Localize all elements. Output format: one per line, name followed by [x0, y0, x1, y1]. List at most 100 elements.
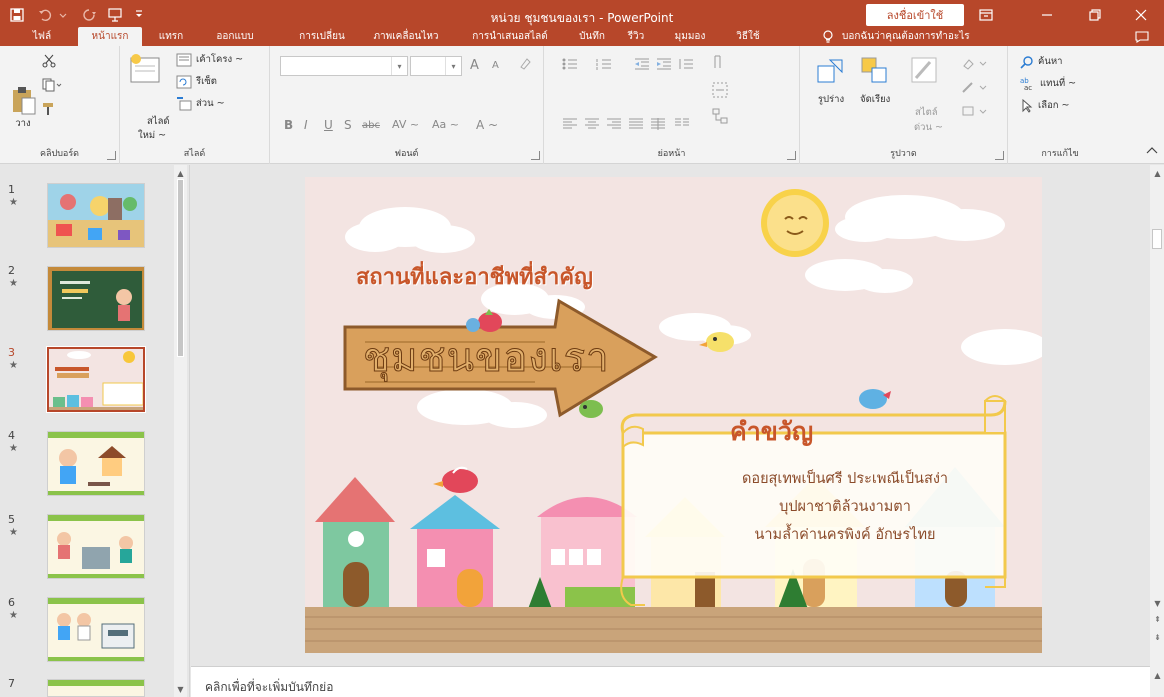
grow-font-button[interactable]: A — [470, 58, 479, 73]
font-size-combobox[interactable]: ▾ — [410, 56, 462, 76]
start-from-beginning-icon[interactable] — [104, 5, 126, 25]
font-name-combobox[interactable]: ▾ — [280, 56, 408, 76]
comments-icon[interactable] — [1130, 27, 1154, 46]
tab-slideshow[interactable]: การนำเสนอสไลด์ — [460, 27, 560, 46]
tab-animations[interactable]: ภาพเคลื่อนไหว — [364, 27, 448, 46]
format-painter-icon[interactable] — [42, 102, 56, 116]
copy-icon[interactable] — [42, 78, 62, 92]
columns-icon[interactable] — [674, 118, 690, 130]
close-icon[interactable] — [1118, 0, 1164, 30]
notes-pane[interactable]: คลิกเพื่อที่จะเพิ่มบันทึกย่อ — [191, 666, 1150, 697]
strikethrough-button[interactable]: abc — [362, 120, 380, 131]
tab-record[interactable]: บันทึก — [572, 27, 612, 46]
character-spacing-button[interactable]: AV ~ — [392, 118, 419, 131]
motto-line-1[interactable]: ดอยสุเทพเป็นศรี ประเพณีเป็นสง่า — [645, 467, 1042, 490]
italic-button[interactable]: I — [304, 118, 308, 132]
ribbon-display-options-icon[interactable] — [966, 0, 1006, 30]
distributed-icon[interactable] — [650, 118, 666, 130]
numbering-icon[interactable] — [596, 58, 612, 70]
reset-button[interactable]: รีเซ็ต — [176, 74, 217, 89]
shrink-font-button[interactable]: A — [492, 60, 499, 71]
slide-thumbnail-4[interactable] — [47, 431, 145, 496]
shapes-button[interactable]: รูปร่าง — [816, 56, 846, 107]
shape-fill-icon[interactable] — [960, 56, 990, 70]
shape-outline-icon[interactable] — [960, 80, 990, 94]
sign-in-button[interactable]: ลงชื่อเข้าใช้ — [866, 4, 964, 26]
restore-icon[interactable] — [1072, 0, 1118, 30]
paste-button[interactable]: วาง — [10, 86, 36, 131]
thumbnail-number: 4 — [8, 429, 15, 442]
tab-design[interactable]: ออกแบบ — [203, 27, 267, 46]
font-color-button[interactable]: A ~ — [476, 118, 498, 132]
tell-me-box[interactable]: บอกฉันว่าคุณต้องการทำอะไร — [822, 27, 970, 46]
line-spacing-icon[interactable] — [678, 58, 694, 70]
clear-formatting-icon[interactable] — [518, 56, 532, 73]
font-launcher-icon[interactable] — [531, 151, 540, 160]
scroll-up-icon[interactable]: ▲ — [174, 167, 187, 179]
text-direction-icon[interactable] — [712, 54, 728, 70]
motto-title[interactable]: คำขวัญ — [730, 412, 813, 452]
drawing-launcher-icon[interactable] — [995, 151, 1004, 160]
scroll-down-icon[interactable]: ▼ — [1151, 597, 1164, 609]
align-right-icon[interactable] — [606, 118, 622, 130]
slide-thumbnail-1[interactable] — [47, 183, 145, 248]
scroll-down-icon[interactable]: ▼ — [174, 683, 187, 695]
tab-insert[interactable]: แทรก — [150, 27, 192, 46]
motto-line-3[interactable]: นามล้ำค่านครพิงค์ อักษรไทย — [645, 523, 1042, 546]
underline-button[interactable]: U — [324, 118, 333, 132]
align-left-icon[interactable] — [562, 118, 578, 130]
shapes-icon — [817, 59, 843, 83]
tab-review[interactable]: รีวิว — [620, 27, 652, 46]
section-button[interactable]: ส่วน ~ — [176, 96, 225, 111]
scrollbar-thumb[interactable] — [1152, 229, 1162, 249]
next-slide-icon[interactable]: ⇟ — [1151, 631, 1164, 643]
redo-icon[interactable] — [78, 5, 100, 25]
bold-button[interactable]: B — [284, 118, 293, 132]
shape-effects-icon[interactable] — [960, 104, 990, 118]
thumbnails-scrollbar[interactable]: ▲ ▼ — [174, 165, 187, 697]
tab-view[interactable]: มุมมอง — [660, 27, 720, 46]
paragraph-launcher-icon[interactable] — [787, 151, 796, 160]
clipboard-launcher-icon[interactable] — [107, 151, 116, 160]
notes-scroll-up-icon[interactable]: ▲ — [1151, 669, 1164, 681]
scrollbar-thumb[interactable] — [177, 179, 184, 357]
slide-canvas[interactable]: สถานที่และอาชีพที่สำคัญ ชุมชนของเรา คำขว… — [305, 177, 1042, 653]
save-icon[interactable] — [6, 5, 28, 25]
arrange-button[interactable]: จัดเรียง — [860, 56, 890, 107]
align-center-icon[interactable] — [584, 118, 600, 130]
align-text-icon[interactable] — [712, 82, 728, 98]
select-button[interactable]: เลือก ~ — [1020, 98, 1070, 113]
slide-thumbnail-2[interactable] — [47, 266, 145, 331]
previous-slide-icon[interactable]: ⇞ — [1151, 613, 1164, 625]
find-button[interactable]: ค้นหา — [1020, 54, 1062, 69]
tab-home[interactable]: หน้าแรก — [78, 27, 142, 46]
new-slide-button[interactable] — [130, 54, 162, 84]
justify-icon[interactable] — [628, 118, 644, 130]
scroll-up-icon[interactable]: ▲ — [1151, 167, 1164, 179]
quick-styles-button[interactable] — [910, 56, 940, 86]
replace-button[interactable]: ab ac แทนที่ ~ — [1020, 76, 1076, 91]
slide-thumbnail-7[interactable] — [47, 679, 145, 697]
bullets-icon[interactable] — [562, 58, 578, 70]
cut-icon[interactable] — [42, 54, 56, 68]
slide-title[interactable]: สถานที่และอาชีพที่สำคัญ — [356, 259, 593, 294]
tab-file[interactable]: ไฟล์ — [22, 27, 62, 46]
decrease-indent-icon[interactable] — [634, 58, 650, 70]
editor-scrollbar[interactable]: ▲ ▼ ⇞ ⇟ ▲ — [1150, 165, 1164, 697]
slide-thumbnail-5[interactable] — [47, 514, 145, 579]
tab-transitions[interactable]: การเปลี่ยน — [290, 27, 354, 46]
layout-button[interactable]: เค้าโครง ~ — [176, 52, 243, 67]
slide-thumbnail-6[interactable] — [47, 597, 145, 662]
undo-dropdown-icon[interactable] — [52, 5, 74, 25]
change-case-button[interactable]: Aa ~ — [432, 118, 459, 131]
motto-line-2[interactable]: บุปผาชาติล้วนงามตา — [645, 495, 1042, 518]
sign-text[interactable]: ชุมชนของเรา — [363, 325, 610, 389]
convert-smartart-icon[interactable] — [712, 108, 728, 124]
slide-thumbnail-3[interactable] — [46, 346, 146, 413]
tab-help[interactable]: วิธีใช้ — [728, 27, 768, 46]
text-shadow-button[interactable]: S — [344, 118, 352, 132]
minimize-icon[interactable] — [1024, 0, 1070, 30]
customize-qat-icon[interactable] — [128, 5, 150, 25]
increase-indent-icon[interactable] — [656, 58, 672, 70]
collapse-ribbon-icon[interactable] — [1146, 144, 1158, 157]
